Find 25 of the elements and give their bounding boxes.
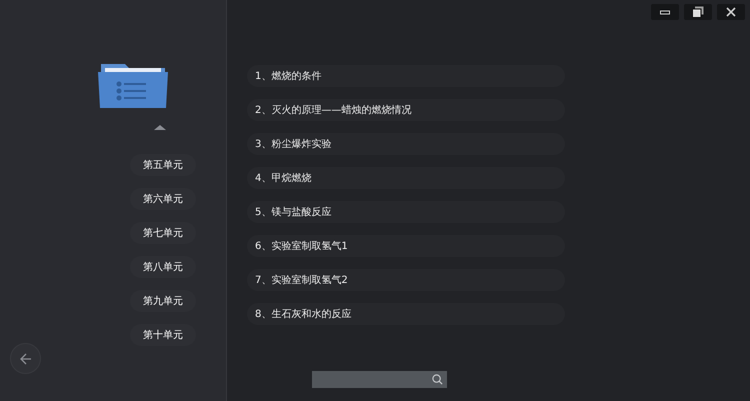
experiment-item[interactable]: 5、镁与盐酸反应 — [247, 201, 565, 223]
experiment-item[interactable]: 7、实验室制取氢气2 — [247, 269, 565, 291]
unit-button[interactable]: 第五单元 — [130, 154, 196, 176]
close-icon — [726, 7, 736, 17]
back-arrow-icon — [18, 352, 32, 366]
unit-button[interactable]: 第七单元 — [130, 222, 196, 244]
experiment-item[interactable]: 8、生石灰和水的反应 — [247, 303, 565, 325]
experiment-item[interactable]: 3、粉尘爆炸实验 — [247, 133, 565, 155]
experiment-item[interactable]: 1、燃烧的条件 — [247, 65, 565, 87]
experiment-item[interactable]: 6、实验室制取氢气1 — [247, 235, 565, 257]
unit-button[interactable]: 第九单元 — [130, 290, 196, 312]
search-field[interactable] — [312, 371, 447, 388]
restore-button[interactable] — [684, 4, 712, 20]
close-button[interactable] — [717, 4, 745, 20]
unit-button[interactable]: 第六单元 — [130, 188, 196, 210]
search-icon[interactable] — [432, 374, 443, 385]
experiment-item[interactable]: 4、甲烷燃烧 — [247, 167, 565, 189]
restore-icon — [692, 6, 704, 18]
experiment-item[interactable]: 2、灭火的原理——蜡烛的燃烧情况 — [247, 99, 565, 121]
unit-button[interactable]: 第八单元 — [130, 256, 196, 278]
back-button[interactable] — [10, 343, 41, 374]
up-caret-icon[interactable] — [154, 125, 166, 130]
unit-button[interactable]: 第十单元 — [130, 324, 196, 346]
minimize-button[interactable] — [651, 4, 679, 20]
folder-icon — [97, 62, 169, 110]
